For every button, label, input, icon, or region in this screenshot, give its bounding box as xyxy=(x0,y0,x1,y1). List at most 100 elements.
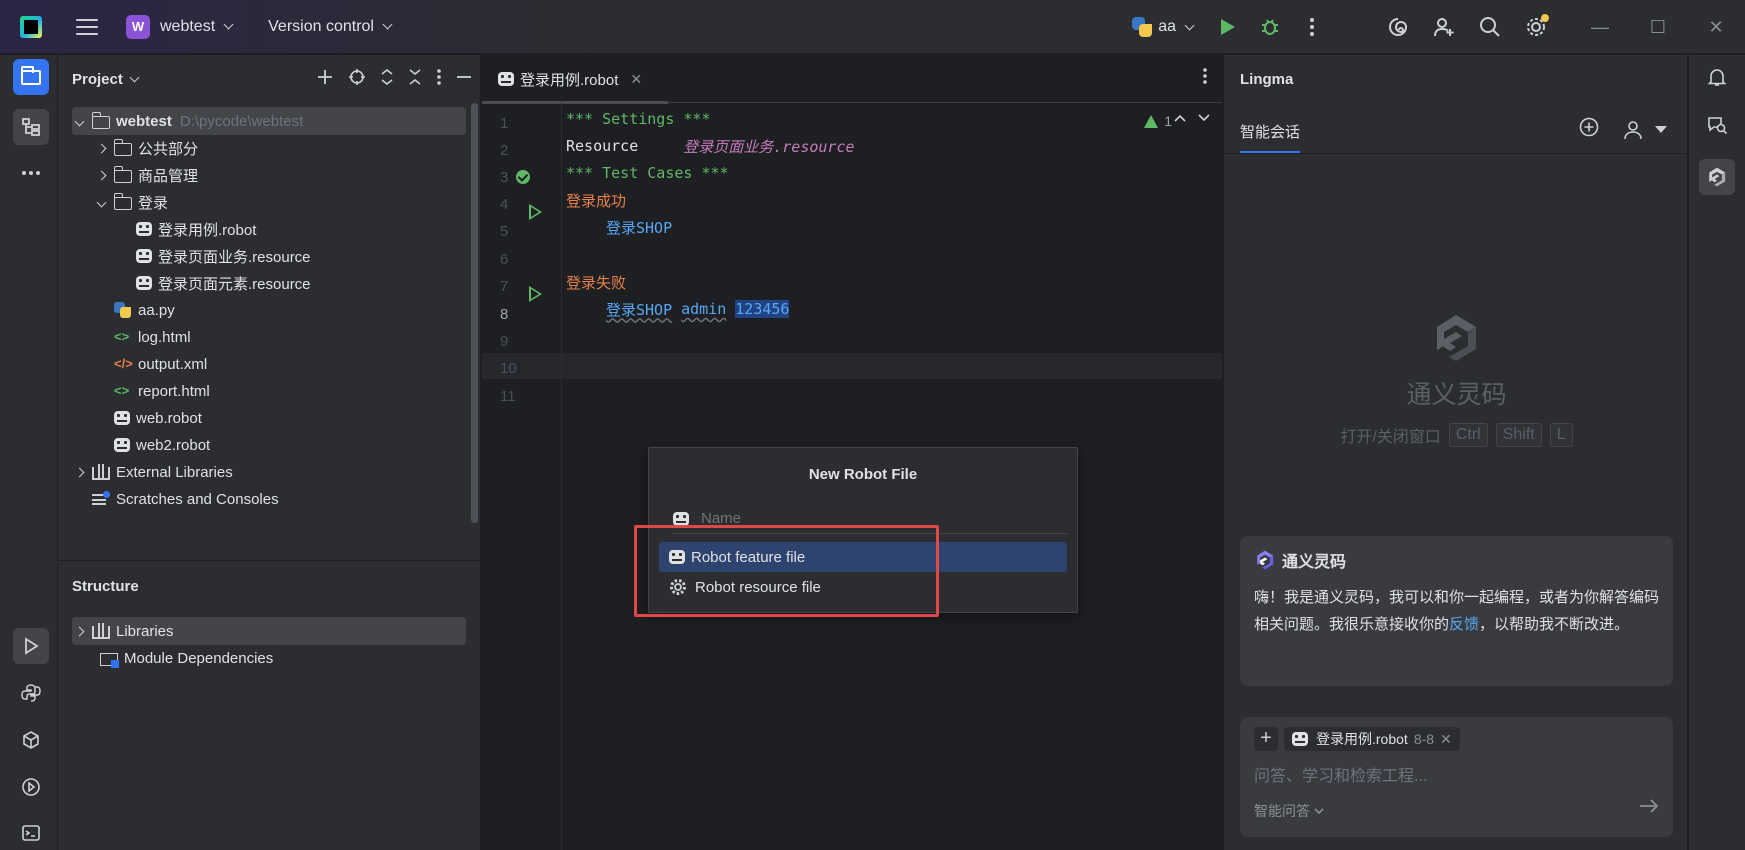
project-scrollbar[interactable] xyxy=(471,103,478,523)
code-line-8[interactable]: 登录SHOP admin 123456 xyxy=(566,297,790,321)
debug-button[interactable] xyxy=(1259,16,1281,38)
tree-item-path: D:\pycode\webtest xyxy=(179,112,304,130)
tab-login-case-robot[interactable]: 登录用例.robot ✕ xyxy=(482,55,668,104)
code-line-3[interactable]: *** Test Cases *** xyxy=(566,161,729,185)
notifications-button[interactable] xyxy=(1699,59,1735,95)
structure-tool-button[interactable] xyxy=(13,109,49,145)
structure-item-libraries[interactable]: Libraries xyxy=(72,617,466,645)
more-vertical-icon xyxy=(1203,68,1207,84)
folder-icon xyxy=(21,65,41,85)
tree-item-web2-robot[interactable]: web2.robot xyxy=(72,431,466,459)
file-name-input[interactable] xyxy=(701,510,1001,527)
tree-item-external-libraries[interactable]: External Libraries xyxy=(72,458,466,486)
project-switcher[interactable]: webtest xyxy=(160,18,234,36)
collapse-all-button[interactable] xyxy=(408,68,422,91)
feedback-link[interactable]: 反馈 xyxy=(1449,616,1479,633)
hide-panel-button[interactable] xyxy=(456,68,472,91)
tree-item-login-elements[interactable]: 登录页面元素.resource xyxy=(72,269,466,297)
chevron-right-icon[interactable] xyxy=(94,168,108,182)
run-test-icon[interactable] xyxy=(529,286,542,302)
left-tool-strip xyxy=(0,55,58,850)
next-problem-button[interactable] xyxy=(1198,111,1210,126)
python-file-icon xyxy=(114,302,132,318)
python-console-button[interactable] xyxy=(13,675,49,711)
chevron-right-icon[interactable] xyxy=(72,465,86,479)
version-control-menu[interactable]: Version control xyxy=(268,18,393,36)
tree-item-login[interactable]: 登录 xyxy=(72,188,466,216)
tree-item-scratches[interactable]: Scratches and Consoles xyxy=(72,485,466,513)
tree-item-report-html[interactable]: <> report.html xyxy=(72,377,466,405)
run-button[interactable] xyxy=(1217,16,1239,38)
chevron-down-icon[interactable] xyxy=(72,114,86,128)
chevron-right-icon[interactable] xyxy=(72,624,86,638)
chat-input[interactable] xyxy=(1254,765,1654,789)
add-context-button[interactable]: + xyxy=(1254,727,1278,751)
tab-smart-chat[interactable]: 智能会话 xyxy=(1240,121,1301,153)
structure-item-module-dependencies[interactable]: Module Dependencies xyxy=(72,644,466,672)
close-icon[interactable]: ✕ xyxy=(630,71,642,88)
prev-problem-button[interactable] xyxy=(1174,111,1186,126)
run-config-selector[interactable]: aa xyxy=(1132,17,1195,37)
test-passed-icon[interactable] xyxy=(516,170,530,184)
tree-item-web-robot[interactable]: web.robot xyxy=(72,404,466,432)
code-line-7[interactable]: 登录失败 xyxy=(566,270,626,294)
tree-item-output-xml[interactable]: </> output.xml xyxy=(72,350,466,378)
window-close-button[interactable]: ✕ xyxy=(1687,0,1745,54)
account-menu-button[interactable] xyxy=(1623,120,1667,140)
window-maximize-button[interactable]: ☐ xyxy=(1629,0,1687,54)
option-robot-resource-file[interactable]: Robot resource file xyxy=(659,572,1067,602)
inspection-widget[interactable]: 1 xyxy=(1144,113,1172,129)
tab-options-button[interactable] xyxy=(1202,67,1208,90)
robot-file-icon xyxy=(114,438,130,452)
code-line-2[interactable]: Resource 登录页面业务.resource xyxy=(566,134,855,158)
run-test-icon[interactable] xyxy=(529,204,542,220)
close-icon[interactable]: ✕ xyxy=(1440,731,1452,748)
more-tools-button[interactable] xyxy=(13,155,49,191)
lingma-logo-icon xyxy=(1257,550,1274,570)
code-line-4[interactable]: 登录成功 xyxy=(566,188,626,212)
lingma-spiral-button[interactable] xyxy=(1387,16,1409,38)
terminal-icon xyxy=(22,825,40,841)
code-line-1[interactable]: *** Settings *** xyxy=(566,107,711,131)
main-menu-icon[interactable] xyxy=(76,18,98,35)
new-file-button[interactable] xyxy=(316,68,334,91)
chevron-down-icon[interactable] xyxy=(94,195,108,209)
settings-button[interactable] xyxy=(1525,14,1549,38)
python-packages-button[interactable] xyxy=(13,722,49,758)
add-user-button[interactable] xyxy=(1433,16,1455,38)
context-chip[interactable]: 登录用例.robot 8-8 ✕ xyxy=(1284,727,1460,751)
chat-input-box: + 登录用例.robot 8-8 ✕ 智能问答 xyxy=(1240,717,1673,837)
tree-item-goods[interactable]: 商品管理 xyxy=(72,161,466,189)
tree-item-login-business[interactable]: 登录页面业务.resource xyxy=(72,242,466,270)
window-minimize-button[interactable]: — xyxy=(1571,0,1629,54)
tree-item-log-html[interactable]: <> log.html xyxy=(72,323,466,351)
chat-mode-selector[interactable]: 智能问答 xyxy=(1254,801,1324,821)
project-badge[interactable]: W xyxy=(126,14,150,39)
code-token: admin xyxy=(681,300,727,318)
code-line-5[interactable]: 登录SHOP xyxy=(566,215,672,239)
project-options-button[interactable] xyxy=(436,68,442,91)
tree-item-aa-py[interactable]: aa.py xyxy=(72,296,466,324)
tree-item-public[interactable]: 公共部分 xyxy=(72,134,466,162)
tree-item-login-case[interactable]: 登录用例.robot xyxy=(72,215,466,243)
new-chat-button[interactable] xyxy=(1579,117,1599,142)
locate-file-button[interactable] xyxy=(348,68,366,91)
run-tool-button[interactable] xyxy=(13,628,49,664)
expand-all-button[interactable] xyxy=(380,68,394,91)
chevron-right-icon[interactable] xyxy=(94,141,108,155)
search-button[interactable] xyxy=(1479,16,1501,38)
line-number: 11 xyxy=(500,388,516,405)
services-button[interactable] xyxy=(13,769,49,805)
more-actions-button[interactable] xyxy=(1301,16,1323,38)
terminal-button[interactable] xyxy=(13,815,49,850)
bell-icon xyxy=(1707,69,1727,86)
tree-item-webtest[interactable]: webtest D:\pycode\webtest xyxy=(72,107,466,135)
project-tool-button[interactable] xyxy=(13,59,49,95)
html-file-icon: <> xyxy=(114,329,130,344)
code-token: 登录成功 xyxy=(566,191,627,210)
lingma-tool-button[interactable] xyxy=(1699,159,1735,195)
structure-item-label: Module Dependencies xyxy=(124,649,274,667)
ai-chat-button[interactable] xyxy=(1699,107,1735,143)
send-button[interactable] xyxy=(1639,797,1659,818)
option-robot-feature-file[interactable]: Robot feature file xyxy=(659,542,1067,572)
